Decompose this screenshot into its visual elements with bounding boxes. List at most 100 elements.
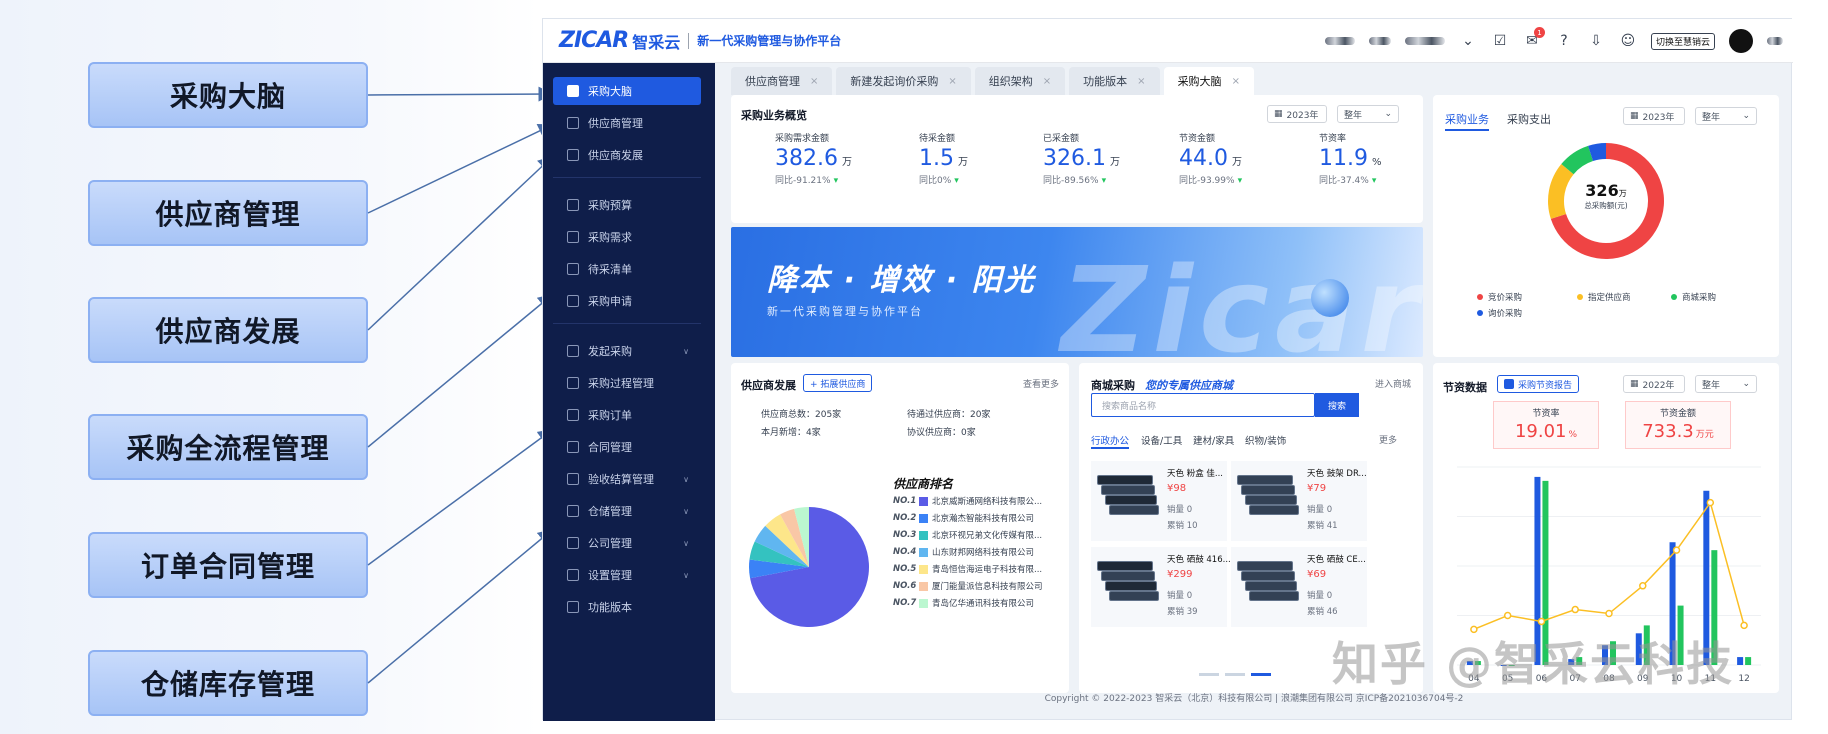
sidebar-item[interactable]: 采购申请: [553, 287, 701, 315]
tab-spend-business[interactable]: 采购业务: [1445, 111, 1489, 127]
tab[interactable]: 采购大脑 ×: [1163, 67, 1254, 95]
close-icon[interactable]: ×: [810, 76, 818, 87]
sidebar-item[interactable]: 验收结算管理 ∨: [553, 465, 701, 493]
mall-more-link[interactable]: 更多: [1379, 433, 1397, 446]
savings-period-select[interactable]: 整年 ⌄: [1695, 375, 1757, 393]
sidebar-item[interactable]: 设置管理 ∨: [553, 561, 701, 589]
chart-point[interactable]: [1639, 582, 1647, 590]
chat-icon[interactable]: ☺: [1619, 32, 1637, 50]
sidebar-item[interactable]: 合同管理: [553, 433, 701, 461]
rank-name: 青岛恒信海运电子科技有限...: [932, 565, 1043, 575]
close-icon[interactable]: ×: [948, 76, 956, 87]
tab[interactable]: 供应商管理 ×: [731, 67, 833, 95]
carousel-dot[interactable]: [1225, 673, 1245, 676]
legend-label: 商城采购: [1682, 293, 1717, 303]
rank-item[interactable]: NO.2 北京瀚杰智能科技有限公司: [893, 512, 1034, 524]
sidebar-item[interactable]: 采购预算: [553, 191, 701, 219]
expand-supplier-button[interactable]: + 拓展供应商: [803, 374, 873, 392]
donut-center-unit: 万: [1618, 189, 1627, 198]
rank-item[interactable]: NO.7 青岛亿华通讯科技有限公司: [893, 597, 1034, 609]
chart-point[interactable]: [1537, 617, 1546, 626]
sidebar-item-label: 供应商发展: [588, 149, 643, 162]
chart-bar[interactable]: [1737, 657, 1744, 665]
sidebar-item[interactable]: 公司管理 ∨: [553, 529, 701, 557]
product-title: 天色 粉盒 佳...: [1167, 469, 1224, 479]
chevron-down-icon[interactable]: ⌄: [1459, 32, 1477, 50]
sidebar-item[interactable]: 采购过程管理: [553, 369, 701, 397]
chart-point[interactable]: [1503, 611, 1512, 620]
avatar[interactable]: [1729, 29, 1753, 53]
cart-icon: [567, 345, 579, 357]
sidebar-item[interactable]: 采购大脑: [553, 77, 701, 105]
savings-year-select[interactable]: ▦ 2022年: [1623, 375, 1685, 393]
kpi-change: 同比0% ▾: [919, 173, 968, 186]
product-card[interactable]: 天色 粉盒 佳... ¥98 销量 0 累销 10: [1091, 461, 1227, 541]
chart-point[interactable]: [1706, 498, 1715, 507]
sidebar-item[interactable]: 供应商发展: [553, 141, 701, 169]
rank-item[interactable]: NO.5 青岛恒信海运电子科技有限...: [893, 563, 1042, 575]
close-icon[interactable]: ×: [1043, 76, 1051, 87]
rank-swatch: [919, 598, 928, 608]
sidebar-item[interactable]: 发起采购 ∨: [553, 337, 701, 365]
sidebar-item[interactable]: 待采清单: [553, 255, 701, 283]
product-image: [1097, 561, 1161, 611]
product-image-part: [1101, 485, 1155, 495]
close-icon[interactable]: ×: [1232, 76, 1240, 87]
overview-year: 2023年: [1286, 110, 1319, 121]
mall-search-button[interactable]: 搜索: [1315, 393, 1359, 417]
brand-logo[interactable]: ZICAR: [559, 28, 629, 53]
mall-category-tab[interactable]: 织物/装饰: [1245, 433, 1286, 447]
chart-bar[interactable]: [1745, 657, 1752, 665]
rank-item[interactable]: NO.4 山东财邦网络科技有限公司: [893, 546, 1034, 558]
tab[interactable]: 新建发起询价采购 ×: [836, 67, 971, 95]
rank-item[interactable]: NO.1 北京威斯通网络科技有限公...: [893, 495, 1042, 507]
savings-report-button[interactable]: 采购节资报告: [1497, 375, 1580, 393]
mall-category-tab[interactable]: 建材/家具: [1193, 433, 1234, 447]
product-card[interactable]: 天色 硒鼓 CE... ¥69 销量 0 累销 46: [1231, 547, 1367, 627]
chart-point[interactable]: [1571, 605, 1579, 614]
kpi-unit: 万: [1109, 157, 1120, 168]
sidebar-item[interactable]: 采购需求: [553, 223, 701, 251]
overview-year-select[interactable]: ▦ 2023年: [1267, 105, 1327, 123]
message-icon[interactable]: ✉ 1: [1523, 27, 1545, 50]
close-icon[interactable]: ×: [1137, 76, 1145, 87]
chevron-down-icon: ∨: [683, 538, 689, 548]
savings-rate-value: 19.01: [1514, 421, 1567, 442]
promo-banner[interactable]: 降本 · 增效 · 阳光 新一代采购管理与协作平台 Zicar: [731, 227, 1423, 357]
product-card[interactable]: 天色 硒鼓 416... ¥299 销量 0 累销 39: [1091, 547, 1231, 627]
tab-spend-expense[interactable]: 采购支出: [1507, 111, 1551, 127]
rank-name: 山东财邦网络科技有限公司: [932, 548, 1035, 558]
tab[interactable]: 组织架构 ×: [974, 67, 1066, 95]
overview-period-select[interactable]: 整年 ⌄: [1337, 105, 1399, 123]
mall-category-tab[interactable]: 设备/工具: [1141, 433, 1182, 447]
mall-category-tab[interactable]: 行政办公: [1091, 433, 1129, 447]
switch-platform-button[interactable]: 切换至慧销云: [1650, 32, 1715, 50]
sidebar-item[interactable]: 功能版本: [553, 593, 701, 621]
help-icon[interactable]: ?: [1555, 32, 1573, 50]
mall-search-input[interactable]: 搜索商品名称: [1091, 393, 1315, 417]
enter-mall-link[interactable]: 进入商城: [1375, 377, 1411, 390]
supplier-more-link[interactable]: 查看更多: [1023, 377, 1059, 390]
callout-arrow: [367, 86, 554, 102]
spend-period-select[interactable]: 整年 ⌄: [1695, 107, 1757, 125]
chart-point[interactable]: [1672, 546, 1681, 554]
download-icon[interactable]: ⇩: [1587, 32, 1605, 50]
sidebar-item[interactable]: 供应商管理: [553, 109, 701, 137]
sidebar-item[interactable]: 仓储管理 ∨: [553, 497, 701, 525]
rank-item[interactable]: NO.3 北京环视兄弟文化传媒有限...: [893, 529, 1042, 541]
overview-title: 采购业务概览: [741, 109, 807, 122]
spend-period: 整年: [1702, 112, 1721, 123]
sidebar-item-label: 采购订单: [588, 409, 632, 422]
kpi-value: 326.1 万: [1043, 146, 1120, 171]
sidebar-item[interactable]: 采购订单: [553, 401, 701, 429]
task-check-icon[interactable]: ☑: [1491, 32, 1509, 50]
carousel-dot[interactable]: [1199, 673, 1219, 676]
tab[interactable]: 功能版本 ×: [1069, 67, 1160, 95]
product-card[interactable]: 天色 鼓架 DR... ¥79 销量 0 累销 41: [1231, 461, 1367, 541]
chart-point[interactable]: [1605, 609, 1613, 618]
chart-point[interactable]: [1740, 621, 1748, 630]
spend-year-select[interactable]: ▦ 2023年: [1623, 107, 1685, 125]
savings-rate-box: 节资率 19.01%: [1493, 401, 1599, 449]
rank-item[interactable]: NO.6 厦门能量派信息科技有限公司: [893, 580, 1043, 592]
carousel-dot-active[interactable]: [1251, 673, 1271, 676]
